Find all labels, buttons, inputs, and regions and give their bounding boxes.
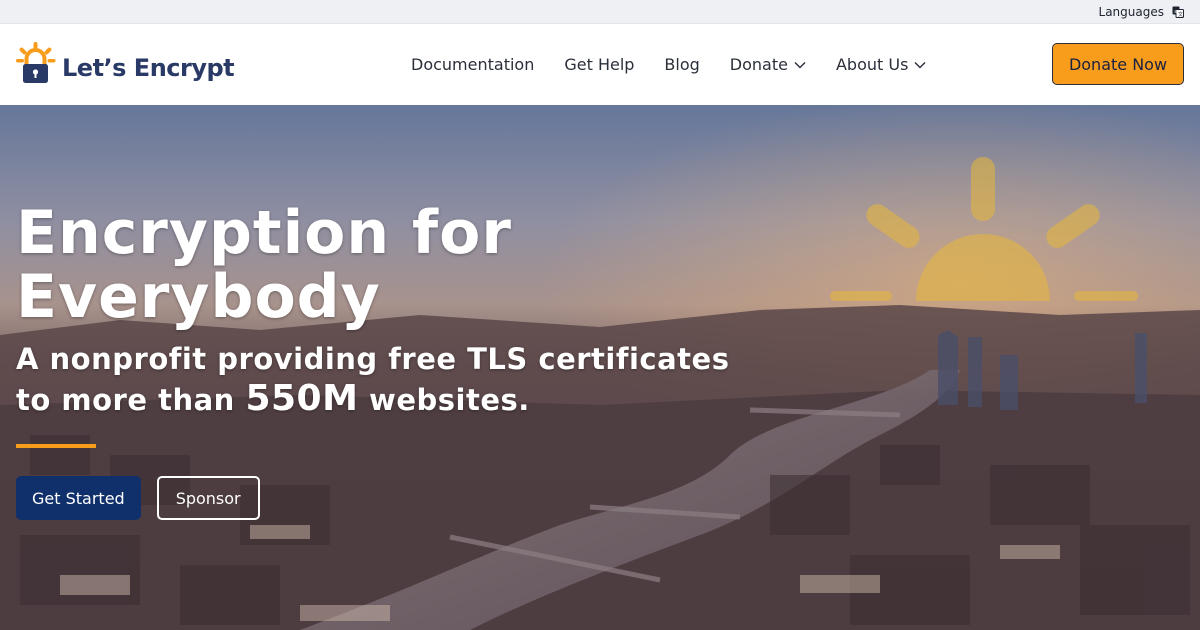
nav-donate-dropdown[interactable]: Donate — [730, 55, 806, 74]
nav-blog-label: Blog — [664, 55, 700, 74]
main-nav: Documentation Get Help Blog Donate About… — [411, 24, 926, 105]
sponsor-button[interactable]: Sponsor — [156, 476, 260, 520]
translate-icon: a 文 — [1172, 6, 1184, 18]
hero-content: Encryption for Everybody A nonprofit pro… — [16, 201, 756, 520]
svg-text:文: 文 — [1178, 11, 1183, 18]
nav-documentation[interactable]: Documentation — [411, 55, 534, 74]
logo-wordmark: Let’s Encrypt — [62, 53, 235, 82]
nav-about-us-label: About Us — [835, 55, 909, 74]
chevron-down-icon — [914, 61, 926, 68]
nav-get-help-label: Get Help — [564, 55, 635, 74]
donate-now-button[interactable]: Donate Now — [1052, 43, 1184, 85]
hero-section: Encryption for Everybody A nonprofit pro… — [0, 105, 1200, 630]
utility-bar: Languages a 文 — [0, 0, 1200, 24]
hero-subtitle-number: 550M — [245, 378, 359, 419]
logo-padlock-icon — [16, 41, 56, 83]
chevron-down-icon — [794, 61, 806, 68]
logo[interactable]: Let’s Encrypt — [16, 41, 235, 88]
get-started-button[interactable]: Get Started — [16, 476, 141, 520]
hero-title: Encryption for Everybody — [16, 198, 512, 332]
nav-documentation-label: Documentation — [411, 55, 535, 74]
nav-about-us-dropdown[interactable]: About Us — [836, 55, 926, 74]
nav-donate-label: Donate — [729, 55, 788, 74]
nav-get-help[interactable]: Get Help — [564, 55, 634, 74]
hero-actions: Get Started Sponsor — [16, 476, 756, 520]
nav-blog[interactable]: Blog — [664, 55, 699, 74]
svg-text:a: a — [1174, 8, 1177, 14]
hero-subtitle-suffix: websites. — [369, 383, 530, 417]
hero-subtitle: A nonprofit providing free TLS certifica… — [16, 339, 756, 420]
accent-divider — [16, 444, 96, 448]
languages-selector[interactable]: Languages a 文 — [1099, 5, 1184, 19]
languages-label: Languages — [1098, 4, 1164, 19]
site-header: Let’s Encrypt Documentation Get Help Blo… — [0, 24, 1200, 105]
